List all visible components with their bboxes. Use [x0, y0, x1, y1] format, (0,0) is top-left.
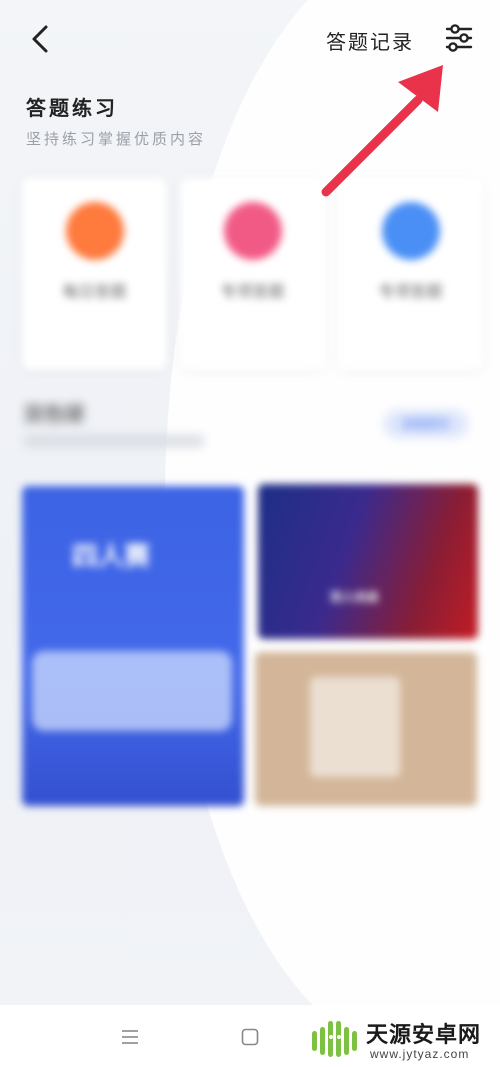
watermark-site-name: 天源安卓网: [366, 1022, 482, 1047]
section-title: 答题练习: [26, 96, 118, 120]
practice-card-name: 每日答题: [62, 284, 127, 301]
android-logo-icon: [312, 1021, 357, 1057]
banner-four-player[interactable]: 四人赛: [22, 486, 244, 806]
banner-title: 四人赛: [72, 541, 151, 571]
banner-duel[interactable]: 双人对战: [258, 484, 478, 639]
practice-card-icon: [224, 202, 282, 260]
practice-card[interactable]: 每日答题: [22, 178, 167, 370]
practice-card-icon: [382, 202, 440, 260]
practice-card-icon: [66, 202, 124, 260]
chevron-left-icon[interactable]: [28, 24, 54, 54]
more-button[interactable]: 查看更多: [384, 410, 468, 438]
banner-title: 双人对战: [330, 590, 379, 604]
menu-icon[interactable]: [120, 1027, 140, 1047]
answer-record-link[interactable]: 答题记录: [326, 26, 414, 55]
section-subtitle: 坚持练习掌握优质内容: [26, 130, 207, 148]
special-section-subtitle: [24, 435, 204, 447]
practice-card-name: 专项答题: [220, 284, 285, 301]
home-icon[interactable]: [240, 1027, 260, 1047]
watermark-logo: 天源安卓网 www.jytyaz.com: [310, 1015, 490, 1063]
practice-card-name: 专项答题: [378, 284, 443, 301]
special-section: 双色球 查看更多: [24, 398, 474, 468]
banner-challenge[interactable]: [255, 652, 477, 806]
practice-page: 答题记录 答题练习 坚持练习掌握优质内容 每日答题 专项答题 专项答题 双色球 …: [0, 0, 500, 1005]
banner-decoration: [32, 651, 232, 731]
red-arrow-annotation: [321, 65, 443, 197]
sliders-icon[interactable]: [444, 24, 474, 52]
watermark-url: www.jytyaz.com: [370, 1047, 470, 1061]
banner-decoration: [310, 677, 400, 777]
